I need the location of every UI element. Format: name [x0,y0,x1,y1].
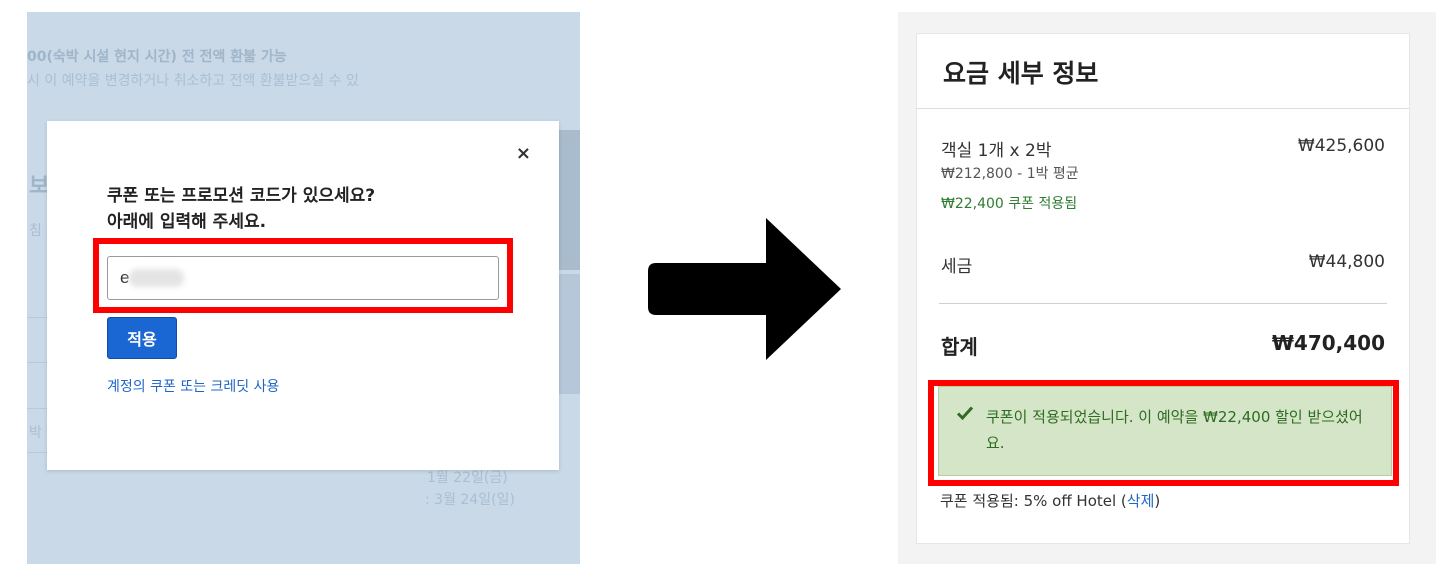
background-divider [27,452,47,453]
remove-coupon-link[interactable]: 삭제 [1127,492,1155,510]
applied-coupon-close-paren: ) [1154,492,1161,510]
background-checkout-date: : 3월 24일(일) [425,492,515,508]
modal-heading-line1: 쿠폰 또는 프로모션 코드가 있으세요? [107,186,376,206]
rooms-price: ₩425,600 [1297,136,1385,156]
tax-value: ₩44,800 [1308,252,1385,272]
use-account-coupon-link[interactable]: 계정의 쿠폰 또는 크레딧 사용 [107,376,279,396]
apply-button[interactable]: 적용 [107,317,177,359]
booking-page-dimmed: 00(숙박 시설 현지 시간) 전 전액 환불 가능 시 이 예약을 변경하거나… [27,12,580,564]
close-icon[interactable]: × [516,145,531,163]
checkmark-icon [956,406,974,421]
background-divider [27,362,47,363]
total-label: 합계 [941,335,978,359]
tax-label: 세금 [941,257,973,277]
rooms-label: 객실 1개 x 2박 [941,141,1052,161]
right-arrow-icon [648,218,841,360]
background-divider [27,408,47,409]
coupon-modal: × 쿠폰 또는 프로모션 코드가 있으세요? 아래에 입력해 주세요. 적용 계… [47,121,559,470]
applied-coupon-text: 쿠폰 적용됨: 5% off Hotel ( [940,492,1127,510]
coupon-success-message: 쿠폰이 적용되었습니다. 이 예약을 ₩22,400 할인 받으셨어요. [986,408,1363,452]
title-divider [917,108,1409,109]
total-value: ₩470,400 [1271,331,1385,355]
background-divider [27,317,47,318]
page-title: 요금 세부 정보 [943,59,1099,88]
background-policy-desc: 시 이 예약을 변경하거나 취소하고 전액 환불받으실 수 있 [27,73,359,89]
comparison-stage: 00(숙박 시설 현지 시간) 전 전액 환불 가능 시 이 예약을 변경하거나… [0,0,1449,576]
background-fragment: 박 [29,425,42,441]
coupon-discount-note: ₩22,400 쿠폰 적용됨 [941,196,1078,212]
modal-heading: 쿠폰 또는 프로모션 코드가 있으세요? 아래에 입력해 주세요. [107,183,375,235]
redacted-code-blur [129,269,184,287]
applied-coupon-line: 쿠폰 적용됨: 5% off Hotel (삭제) [940,490,1160,511]
background-policy-title: 00(숙박 시설 현지 시간) 전 전액 환불 가능 [27,49,287,65]
background-checkin-date: 1월 22일(금) [427,470,508,486]
modal-heading-line2: 아래에 입력해 주세요. [107,212,267,232]
total-divider [939,303,1387,304]
background-fragment: 침 [29,223,42,239]
nightly-average: ₩212,800 - 1박 평균 [941,166,1079,182]
